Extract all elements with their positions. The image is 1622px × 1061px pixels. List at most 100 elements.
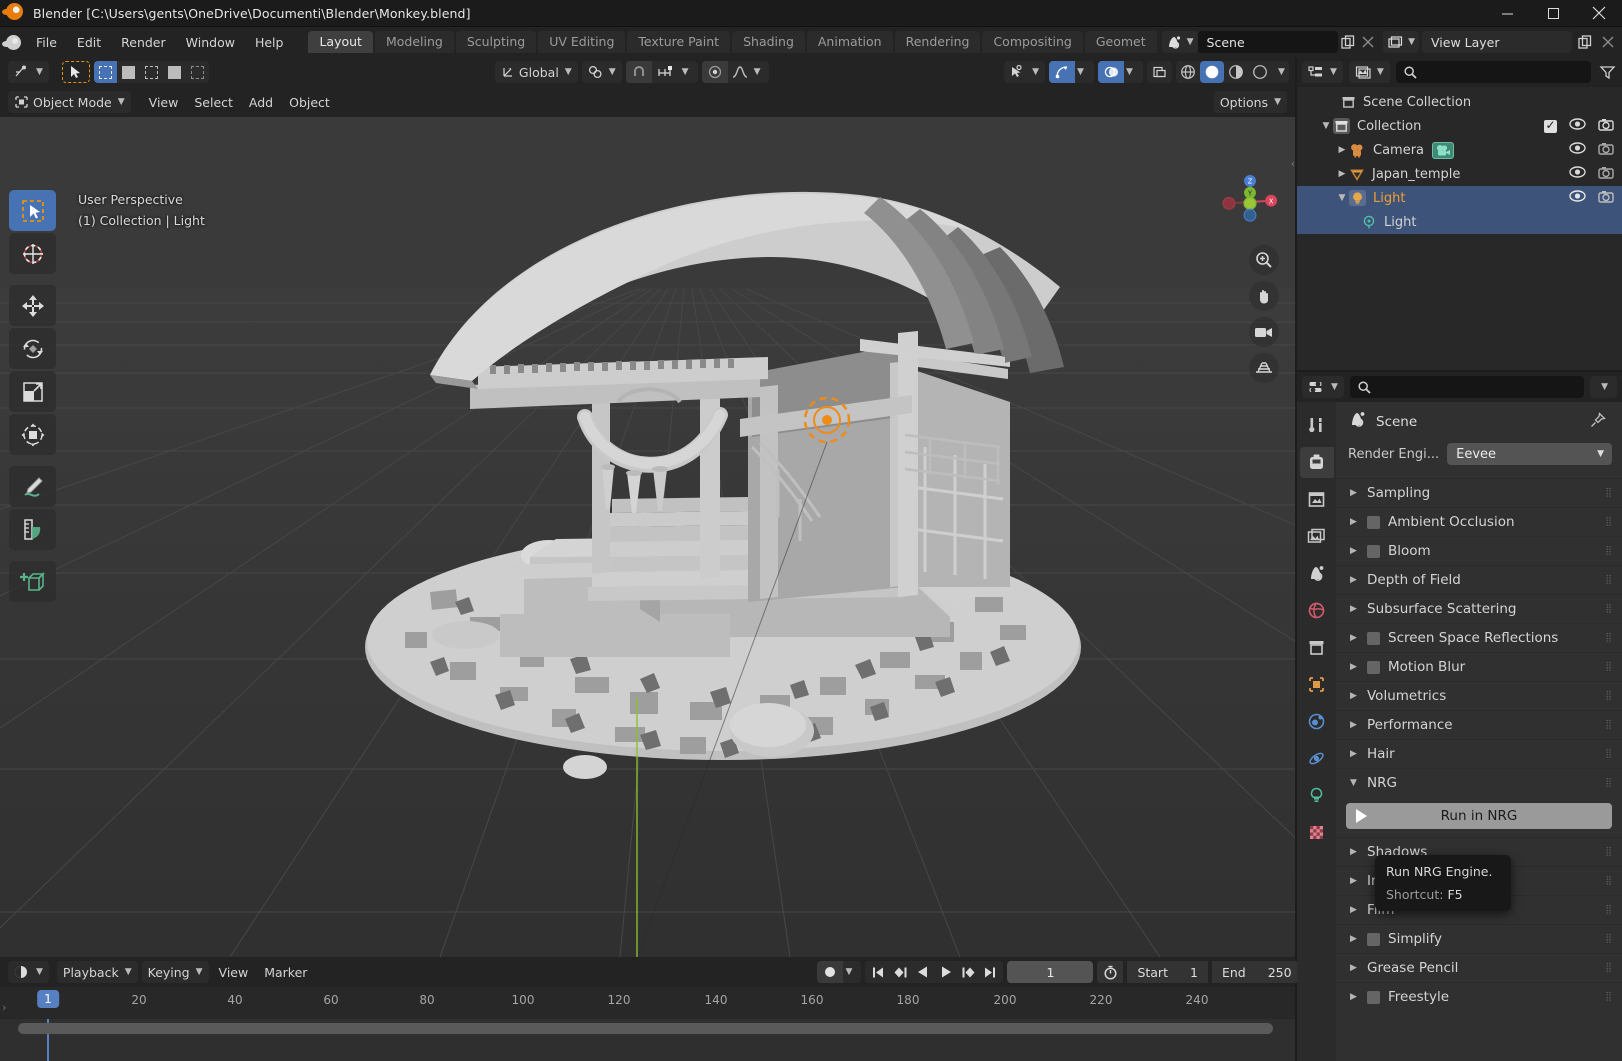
show-gizmo-icon[interactable]: ▼ [1004, 61, 1045, 83]
shading-dropdown-caret[interactable]: ▼ [1274, 61, 1289, 83]
panel-grease-pencil[interactable]: ▶ Grease Pencil ⣿ [1336, 953, 1622, 982]
outliner-display-mode-icon[interactable]: ▼ [1348, 61, 1390, 83]
blender-menu-icon[interactable] [0, 27, 26, 57]
tab-material[interactable] [1300, 817, 1334, 848]
minimize-button[interactable] [1484, 0, 1530, 27]
tab-object[interactable] [1300, 669, 1334, 700]
timeline-menu-keying[interactable]: Keying ▼ [141, 961, 209, 983]
properties-options-dropdown[interactable]: ▼ [1590, 376, 1617, 398]
rotate-tool[interactable] [9, 328, 56, 369]
move-tool[interactable] [9, 285, 56, 326]
outliner-row-japan-temple[interactable]: ▶ Japan_temple [1297, 162, 1622, 186]
disable-in-render-icon[interactable] [1598, 118, 1614, 135]
scale-tool[interactable] [9, 371, 56, 412]
panel-freestyle[interactable]: ▶ Freestyle ⣿ [1336, 982, 1622, 1011]
hide-in-viewport-icon[interactable] [1569, 142, 1586, 158]
shading-material-preview-icon[interactable] [1224, 61, 1248, 83]
editor-type-icon[interactable]: ▼ [8, 61, 49, 83]
viewport-menu-object[interactable]: Object [283, 91, 336, 113]
tweak-select-box-tool[interactable] [9, 190, 56, 231]
panel-bloom[interactable]: ▶ Bloom ⣿ [1336, 536, 1622, 565]
panel-performance[interactable]: ▶ Performance ⣿ [1336, 710, 1622, 739]
pan-hand-icon[interactable] [1249, 281, 1279, 311]
tab-scene[interactable] [1300, 558, 1334, 589]
viewport-menu-select[interactable]: Select [188, 91, 239, 113]
annotate-tool[interactable] [9, 466, 56, 507]
snap-dropdown-caret[interactable]: ▼ [682, 67, 698, 77]
object-mode-dropdown[interactable]: Object Mode ▼ [8, 91, 131, 113]
pivot-point-dropdown[interactable]: ▼ [581, 61, 622, 83]
transform-orientation-dropdown[interactable]: Global ▼ [494, 61, 578, 83]
navigation-gizmo[interactable]: Z Y X [1217, 169, 1283, 235]
gizmo-toggle-icon[interactable] [1049, 61, 1075, 83]
disclosure-triangle[interactable]: ▶ [1335, 169, 1349, 179]
scene-name-field[interactable]: Scene [1197, 31, 1338, 53]
tab-tool[interactable] [1300, 410, 1334, 441]
snap-magnet-icon[interactable] [625, 61, 652, 83]
timeline-sidebar-toggle[interactable]: › [2, 1001, 6, 1014]
new-viewlayer-icon[interactable] [1575, 31, 1595, 53]
tab-collection[interactable] [1300, 632, 1334, 663]
select-invert-icon[interactable] [163, 61, 186, 83]
shading-solid-icon[interactable] [1200, 61, 1224, 83]
use-preview-range-icon[interactable] [1097, 961, 1124, 983]
panel-checkbox[interactable] [1367, 515, 1380, 529]
timeline-body[interactable]: › [0, 1001, 1295, 1061]
overlays-dropdown-caret[interactable]: ▼ [1126, 67, 1143, 77]
viewlayer-browse-icon[interactable]: ▼ [1383, 31, 1419, 53]
overlays-toggle-icon[interactable] [1098, 61, 1124, 83]
timeline-playhead-label[interactable]: 1 [37, 990, 59, 1008]
zoom-icon[interactable] [1249, 245, 1279, 275]
disable-in-render-icon[interactable] [1598, 166, 1614, 183]
tab-output[interactable] [1300, 484, 1334, 515]
timeline-menu-view[interactable]: View [213, 961, 255, 983]
menu-render[interactable]: Render [111, 32, 176, 53]
panel-checkbox[interactable] [1367, 932, 1380, 946]
tab-layout[interactable]: Layout [308, 31, 373, 53]
tab-sculpting[interactable]: Sculpting [455, 31, 537, 53]
shading-wireframe-icon[interactable] [1176, 61, 1200, 83]
timeline-ruler[interactable]: 1 20 40 60 80 100 120 140 160 180 200 22… [0, 987, 1295, 1019]
view-layer-name-field[interactable]: View Layer [1422, 31, 1572, 53]
outliner-row-light-data[interactable]: Light [1297, 210, 1622, 234]
disclosure-triangle[interactable]: ▶ [1335, 145, 1349, 155]
outliner-filter-icon[interactable] [1597, 61, 1617, 83]
tab-compositing[interactable]: Compositing [982, 31, 1083, 53]
tab-animation[interactable]: Animation [806, 31, 893, 53]
start-frame-field[interactable]: Start 1 [1127, 961, 1208, 983]
outliner-row-light-object[interactable]: ▼ Light [1297, 186, 1622, 210]
panel-screen-space-reflections[interactable]: ▶ Screen Space Reflections ⣿ [1336, 623, 1622, 652]
disable-in-render-icon[interactable] [1598, 190, 1614, 207]
menu-file[interactable]: File [26, 32, 67, 53]
new-scene-icon[interactable] [1338, 31, 1358, 53]
gizmo-dropdown-caret[interactable]: ▼ [1077, 67, 1094, 77]
disclosure-triangle[interactable]: ▼ [1319, 121, 1333, 131]
panel-sampling[interactable]: ▶ Sampling ⣿ [1336, 478, 1622, 507]
tab-geometry-nodes[interactable]: Geomet [1084, 31, 1157, 53]
properties-editor-type-icon[interactable]: ▼ [1302, 376, 1344, 398]
panel-volumetrics[interactable]: ▶ Volumetrics ⣿ [1336, 681, 1622, 710]
tab-view-layer[interactable] [1300, 521, 1334, 552]
auto-keying-icon[interactable] [817, 961, 844, 983]
maximize-button[interactable] [1530, 0, 1576, 27]
timeline-menu-playback[interactable]: Playback ▼ [56, 961, 138, 983]
outliner-row-camera[interactable]: ▶ Camera [1297, 138, 1622, 162]
panel-checkbox[interactable] [1367, 660, 1380, 674]
close-button[interactable] [1576, 0, 1622, 27]
add-cube-tool[interactable] [9, 561, 56, 602]
cursor-tool[interactable] [9, 233, 56, 274]
timeline-editor-type-icon[interactable]: ▼ [8, 961, 49, 983]
viewport-sidebar-toggle[interactable]: ‹ [1291, 157, 1295, 170]
falloff-curve-icon[interactable] [728, 61, 752, 83]
camera-view-icon[interactable] [1249, 317, 1279, 347]
panel-checkbox[interactable] [1367, 631, 1380, 645]
hide-in-viewport-icon[interactable] [1569, 118, 1586, 134]
panel-depth-of-field[interactable]: ▶ Depth of Field ⣿ [1336, 565, 1622, 594]
outliner-editor-type-icon[interactable]: ▼ [1302, 61, 1343, 83]
transform-tool[interactable] [9, 414, 56, 455]
tab-texture-paint[interactable]: Texture Paint [627, 31, 731, 53]
panel-nrg[interactable]: ▼ NRG ⣿ [1336, 768, 1622, 797]
tab-render[interactable] [1299, 447, 1334, 478]
shading-rendered-icon[interactable] [1248, 61, 1272, 83]
panel-simplify[interactable]: ▶ Simplify ⣿ [1336, 924, 1622, 953]
